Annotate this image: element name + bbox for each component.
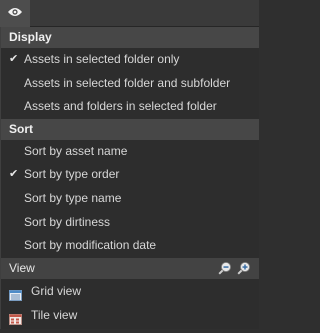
sort-section-header: Sort <box>1 118 259 140</box>
menu-item-sort-type-name[interactable]: Sort by type name <box>1 187 259 211</box>
view-header-label: View <box>9 260 35 275</box>
menu-item-sort-modification-date[interactable]: Sort by modification date <box>1 234 259 258</box>
menu-item-folder-only[interactable]: ✔ Assets in selected folder only <box>1 48 259 72</box>
menu-item-label: Tile view <box>31 307 78 322</box>
menu-item-sort-type-order[interactable]: ✔ Sort by type order <box>1 163 259 187</box>
checkmark-icon: ✔ <box>9 168 19 181</box>
tile-view-icon <box>9 309 22 325</box>
menu-item-sort-dirtiness[interactable]: Sort by dirtiness <box>1 211 259 235</box>
menu-item-folder-and-subfolder[interactable]: Assets in selected folder and subfolder <box>1 72 259 96</box>
menu-item-label: Grid view <box>31 283 82 298</box>
view-section-header: View <box>1 257 259 279</box>
menu-item-label: Assets in selected folder and subfolder <box>24 75 231 90</box>
view-options-button[interactable] <box>0 0 30 27</box>
grid-view-icon <box>9 285 22 301</box>
display-section-header: Display <box>1 27 259 48</box>
menu-item-tile-view[interactable]: Tile view <box>1 303 259 327</box>
menu-item-sort-asset-name[interactable]: Sort by asset name <box>1 140 259 164</box>
menu-item-grid-view[interactable]: Grid view <box>1 279 259 303</box>
menu-item-assets-and-folders[interactable]: Assets and folders in selected folder <box>1 95 259 119</box>
menu-item-label: Sort by asset name <box>24 143 128 158</box>
menu-item-label: Assets and folders in selected folder <box>24 99 217 114</box>
zoom-out-icon[interactable] <box>218 261 232 275</box>
menu-item-label: Sort by type name <box>24 190 122 205</box>
menu-item-label: Assets in selected folder only <box>24 52 180 66</box>
zoom-in-icon[interactable] <box>237 261 251 275</box>
checkmark-icon: ✔ <box>9 53 19 65</box>
eye-icon <box>7 6 23 21</box>
menu-item-label: Sort by type order <box>24 167 120 182</box>
view-options-menu: Display ✔ Assets in selected folder only… <box>0 27 259 329</box>
menu-item-label: Sort by modification date <box>24 238 157 253</box>
menu-item-label: Sort by dirtiness <box>24 214 111 229</box>
toolbar <box>0 0 259 27</box>
